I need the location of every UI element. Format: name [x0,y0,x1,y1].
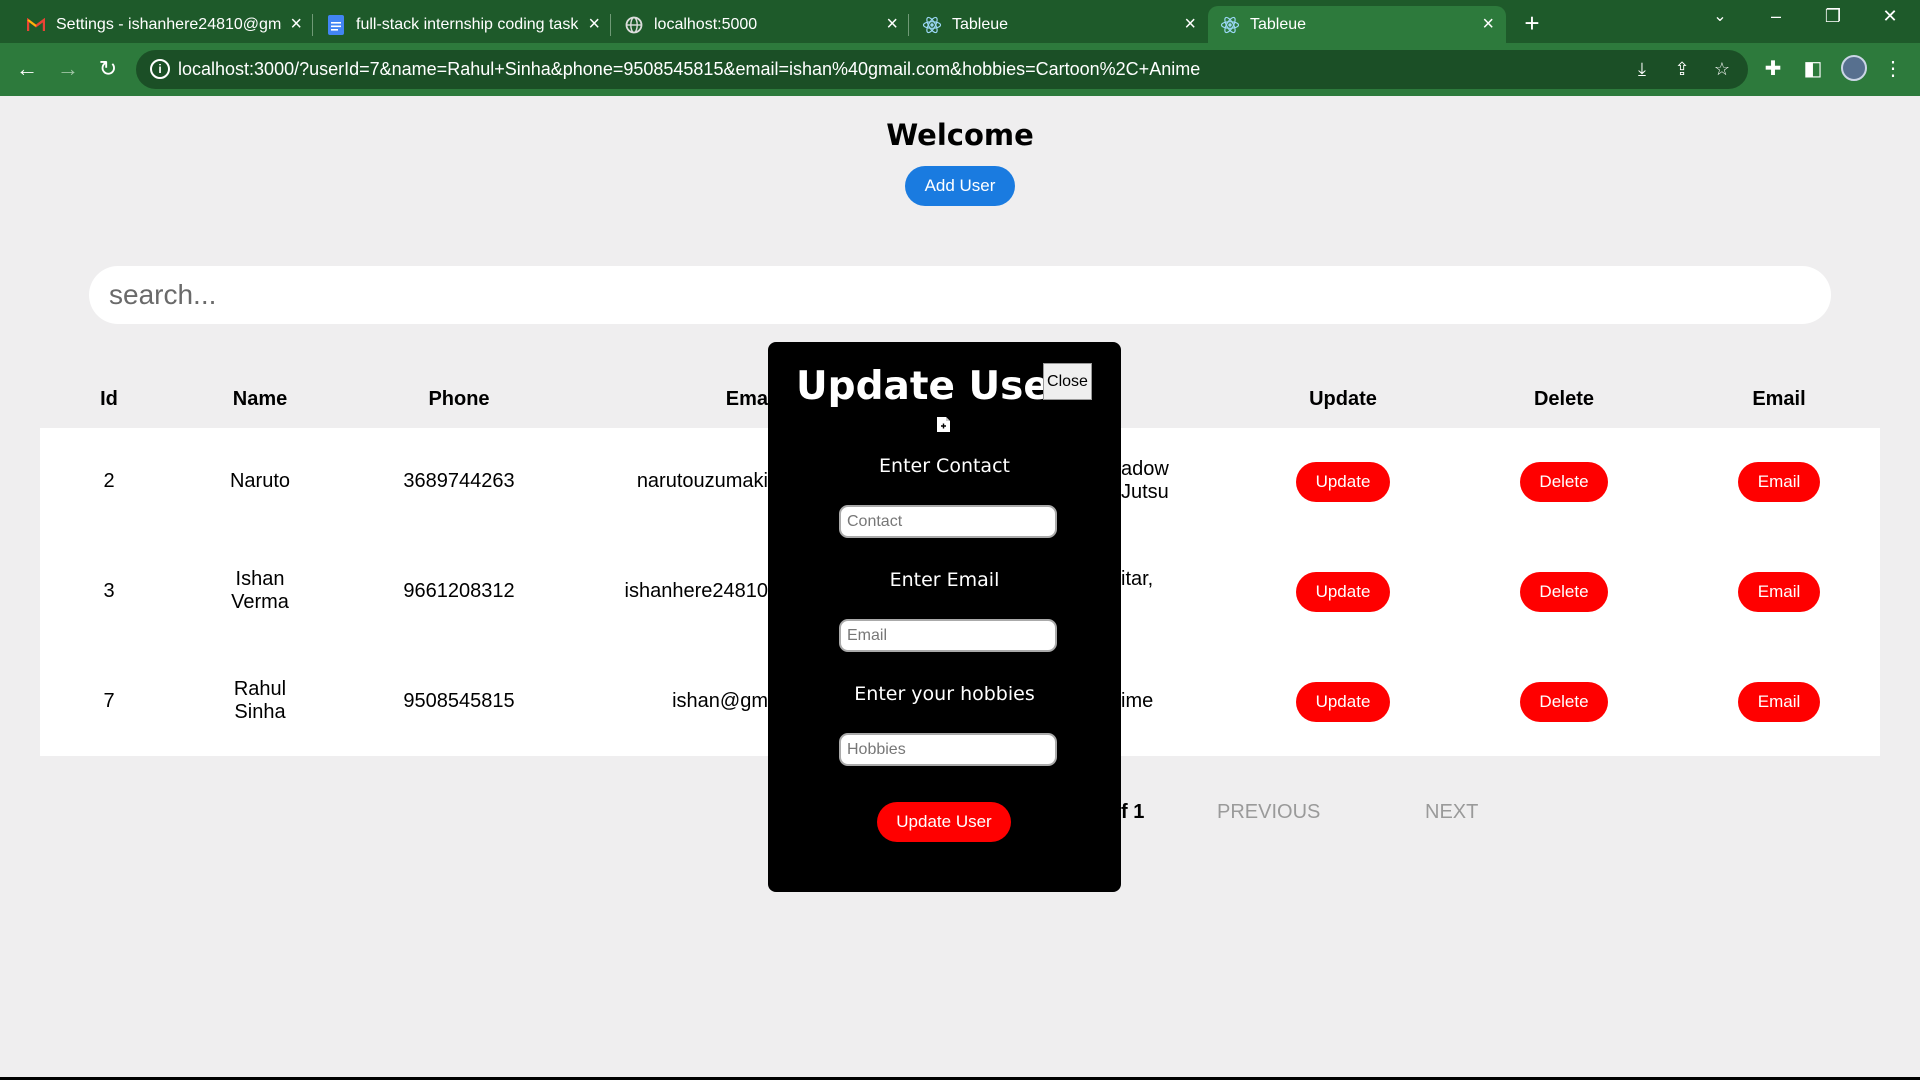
header-email: Ema [725,388,768,410]
header-name: Name [232,388,288,410]
tab-divider [610,14,611,36]
header-email-action: Email [1752,388,1806,410]
previous-button[interactable]: PREVIOUS [1217,801,1320,824]
hobbies-label: Enter your hobbies [854,683,1035,705]
close-button[interactable]: Close [1043,363,1092,400]
modal-title: Update User [796,364,1070,409]
delete-button[interactable]: Delete [1520,462,1608,502]
cell-hobbies: itar, [1121,568,1154,590]
tab-divider [312,14,313,36]
update-button[interactable]: Update [1296,462,1390,502]
contact-label: Enter Contact [879,455,1010,477]
browser-tab-strip: Settings - ishanhere24810@gmail.com × fu… [0,0,1920,43]
close-icon[interactable]: × [886,13,898,36]
extensions-puzzle-icon[interactable]: ✚ [1760,56,1786,81]
email-field[interactable] [839,619,1057,652]
address-toolbar: ← → ↻ i localhost:3000/?userId=7&name=Ra… [0,43,1920,96]
header-delete: Delete [1533,388,1595,410]
bookmark-star-icon[interactable]: ☆ [1710,59,1734,80]
globe-icon [624,15,644,35]
cell-id: 7 [103,690,115,712]
contact-field[interactable] [839,505,1057,538]
email-button[interactable]: Email [1738,682,1820,722]
close-icon[interactable]: × [588,13,600,36]
cell-id: 3 [103,580,115,602]
window-close-icon[interactable]: ✕ [1870,6,1910,27]
tab-label: localhost:5000 [654,15,758,33]
page-title: Welcome [886,118,1034,152]
share-icon[interactable]: ⇪ [1670,59,1694,80]
cell-name: Naruto [229,470,291,492]
header-update: Update [1309,388,1377,410]
email-button[interactable]: Email [1738,572,1820,612]
avatar[interactable] [1841,55,1867,81]
tab-localhost-5000[interactable]: localhost:5000 × [612,6,910,43]
cell-name: Rahul Sinha [233,678,287,723]
update-button[interactable]: Update [1296,682,1390,722]
cell-phone: 3689744263 [403,470,515,492]
site-info-icon[interactable]: i [150,59,170,79]
new-tab-button[interactable]: + [1520,8,1544,39]
restore-icon[interactable]: ❐ [1813,6,1853,27]
kebab-menu-icon[interactable]: ⋮ [1880,56,1906,81]
tab-gmail-settings[interactable]: Settings - ishanhere24810@gmail.com × [14,6,314,43]
hobbies-field[interactable] [839,733,1057,766]
update-user-submit-button[interactable]: Update User [877,802,1011,842]
docs-icon [326,14,346,35]
minimize-icon[interactable]: – [1756,6,1796,27]
reload-icon[interactable]: ↻ [94,56,122,82]
tab-label: Tableue [952,15,1009,33]
cell-email: narutouzumaki [636,470,768,492]
page-indicator: f 1 [1121,801,1145,823]
tab-label: Settings - ishanhere24810@gmail.com [56,15,282,33]
react-icon [922,15,942,35]
update-user-modal: Update User Close Enter Contact Enter Em… [768,342,1121,892]
header-id: Id [100,388,118,410]
next-button[interactable]: NEXT [1425,801,1478,824]
cell-email: ishan@gm [672,690,768,712]
email-button[interactable]: Email [1738,462,1820,502]
close-icon[interactable]: × [1184,13,1196,36]
install-app-icon[interactable]: ⤓ [1630,59,1654,80]
omnibox[interactable]: i localhost:3000/?userId=7&name=Rahul+Si… [136,50,1748,89]
search-input[interactable] [89,266,1831,324]
gmail-icon [26,15,46,35]
tab-tableue[interactable]: Tableue × [910,6,1208,43]
tab-tableue-active[interactable]: Tableue × [1208,6,1506,43]
tab-label: Tableue [1250,15,1307,33]
cell-name: Ishan Verma [231,568,289,613]
tab-label: full-stack internship coding task - Goog… [356,15,580,33]
header-phone: Phone [428,388,490,410]
side-panel-icon[interactable]: ◧ [1800,56,1826,81]
tab-google-docs[interactable]: full-stack internship coding task - Goog… [314,6,612,43]
cell-hobbies: adow Jutsu [1121,458,1169,503]
cell-id: 2 [103,470,115,492]
close-icon[interactable]: × [1482,13,1494,36]
email-label: Enter Email [889,569,1000,591]
forward-arrow-icon[interactable]: → [54,56,82,82]
add-user-button[interactable]: Add User [905,166,1015,206]
back-arrow-icon[interactable]: ← [13,56,41,82]
delete-button[interactable]: Delete [1520,682,1608,722]
cell-hobbies: ime [1121,690,1154,712]
document-icon [936,416,951,438]
delete-button[interactable]: Delete [1520,572,1608,612]
cell-phone: 9661208312 [403,580,515,602]
cell-email: ishanhere24810 [624,580,768,602]
react-icon [1220,15,1240,35]
close-icon[interactable]: × [290,13,302,36]
cell-phone: 9508545815 [403,690,515,712]
update-button[interactable]: Update [1296,572,1390,612]
tab-search-chevron-icon[interactable]: ⌄ [1700,6,1740,26]
tab-divider [908,14,909,36]
url-text[interactable]: localhost:3000/?userId=7&name=Rahul+Sinh… [178,59,1200,80]
